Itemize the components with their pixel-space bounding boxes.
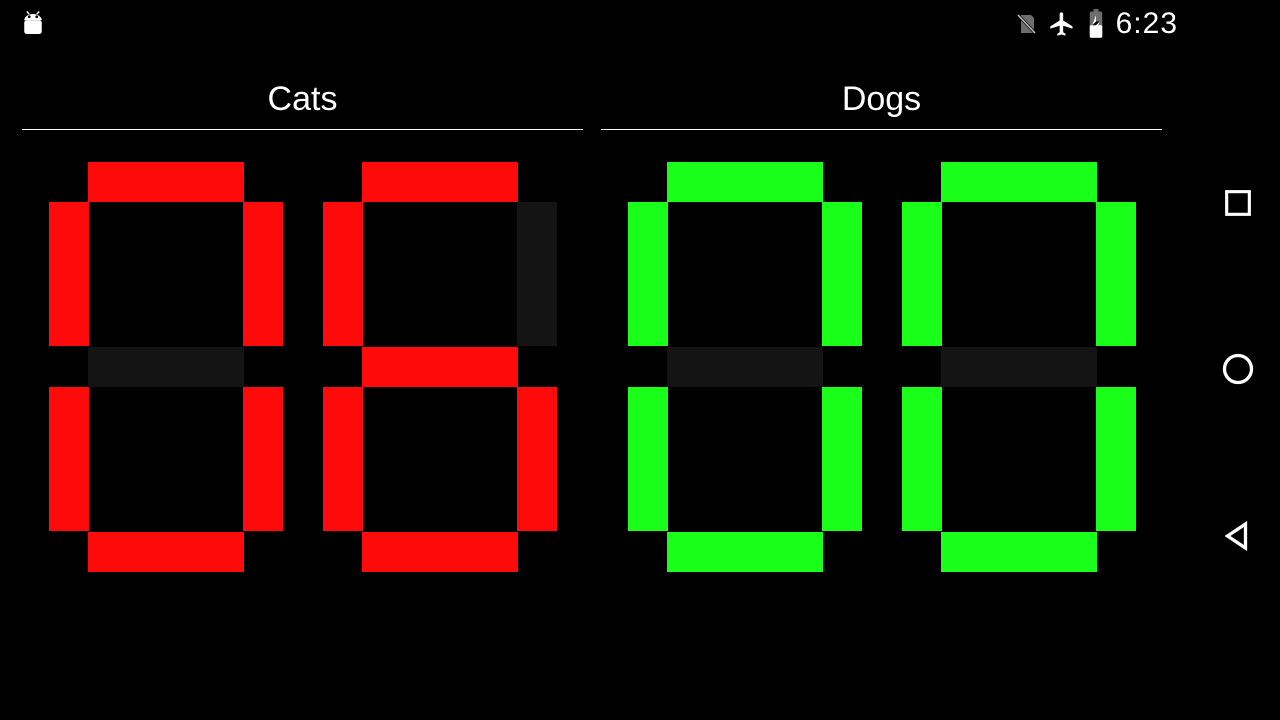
no-sim-icon bbox=[1014, 10, 1038, 38]
nav-back-icon[interactable] bbox=[1220, 518, 1256, 554]
digit bbox=[902, 162, 1136, 572]
score-panel-right[interactable]: Dogs bbox=[601, 80, 1162, 572]
airplane-mode-icon bbox=[1048, 10, 1076, 38]
nav-recent-icon[interactable] bbox=[1221, 186, 1255, 220]
status-bar: 6:23 bbox=[0, 0, 1280, 48]
android-nav-bar bbox=[1196, 0, 1280, 720]
score-display-left bbox=[22, 162, 583, 572]
score-display-right bbox=[601, 162, 1162, 572]
digit bbox=[49, 162, 283, 572]
status-bar-clock: 6:23 bbox=[1116, 7, 1178, 41]
digit bbox=[628, 162, 862, 572]
score-panel-left[interactable]: Cats bbox=[22, 80, 583, 572]
digit bbox=[323, 162, 557, 572]
battery-charging-icon bbox=[1086, 9, 1106, 39]
android-debug-icon bbox=[18, 9, 48, 39]
main-content: Cats Dogs bbox=[22, 80, 1162, 572]
nav-home-icon[interactable] bbox=[1220, 351, 1256, 387]
panel-label: Cats bbox=[22, 80, 583, 130]
panel-label: Dogs bbox=[601, 80, 1162, 130]
